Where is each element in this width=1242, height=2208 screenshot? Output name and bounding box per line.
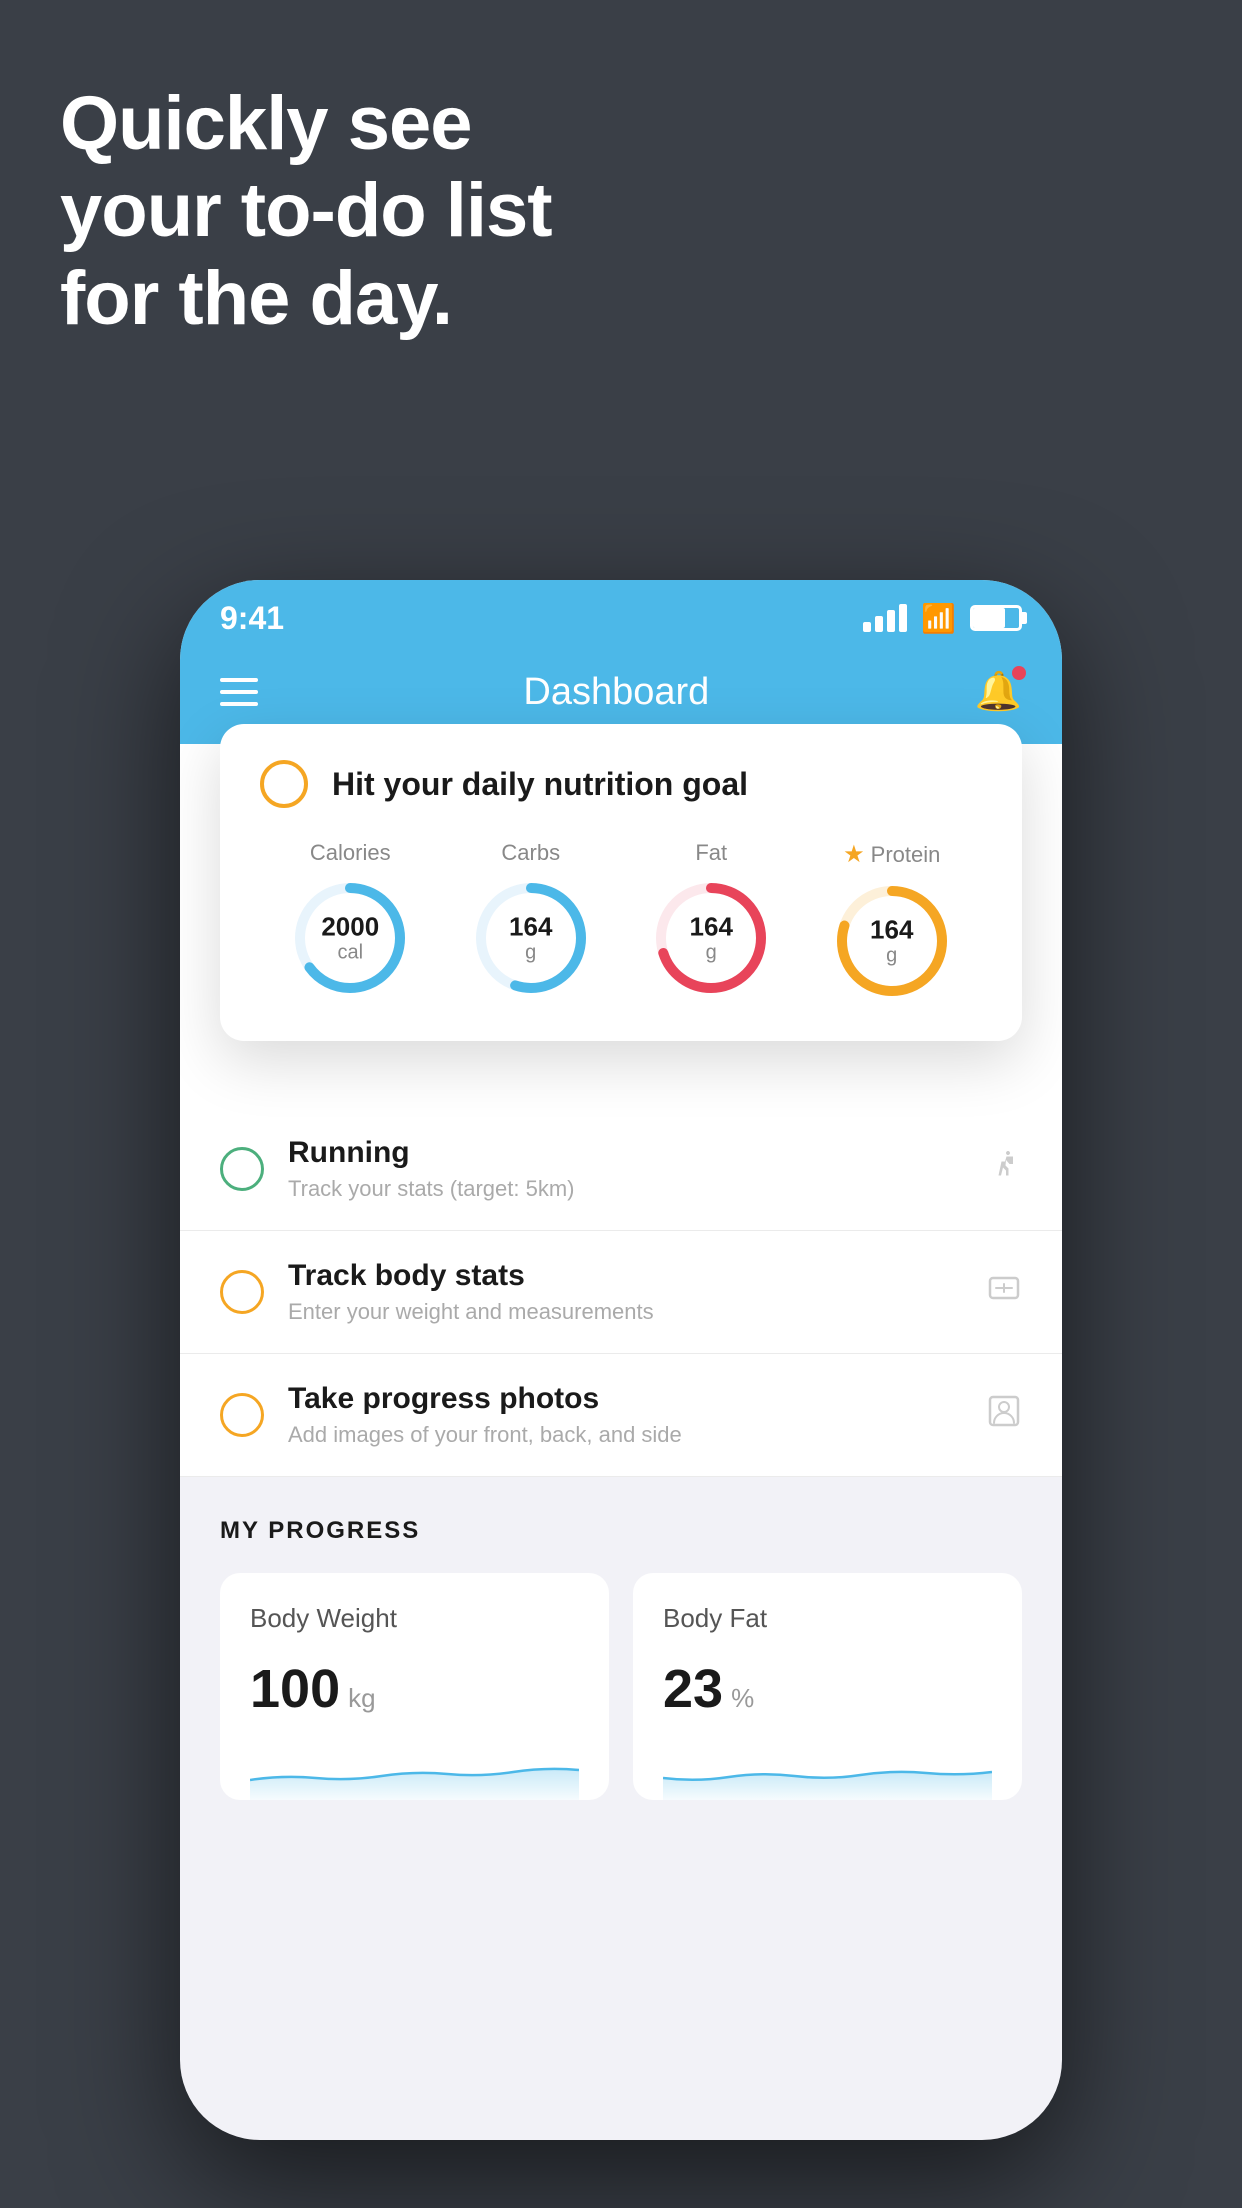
notification-bell[interactable]: 🔔 <box>975 670 1022 714</box>
protein-value: 164 <box>870 916 913 945</box>
body-weight-title: Body Weight <box>250 1603 579 1634</box>
nutrition-card-title: Hit your daily nutrition goal <box>332 766 748 803</box>
fat-label: Fat <box>695 840 727 866</box>
progress-section: MY PROGRESS Body Weight 100 kg <box>180 1477 1062 1850</box>
signal-icon <box>863 604 907 632</box>
fat-unit: g <box>690 941 733 963</box>
todo-title-bodystats: Track body stats <box>288 1259 962 1293</box>
headline: Quickly see your to-do list for the day. <box>60 80 552 342</box>
todo-checkbox-photos[interactable] <box>220 1393 264 1437</box>
carbs-value: 164 <box>509 913 552 942</box>
notification-dot <box>1012 666 1026 680</box>
nutrition-fat: Fat 164 g <box>651 840 771 998</box>
protein-label: ★ Protein <box>843 840 940 869</box>
todo-checkbox-running[interactable] <box>220 1147 264 1191</box>
hamburger-menu[interactable] <box>220 678 258 706</box>
calories-value: 2000 <box>321 913 379 942</box>
todo-subtitle-photos: Add images of your front, back, and side <box>288 1422 962 1448</box>
body-fat-unit: % <box>731 1683 754 1714</box>
protein-unit: g <box>870 944 913 966</box>
task-checkbox[interactable] <box>260 760 308 808</box>
protein-ring: 164 g <box>832 881 952 1001</box>
todo-title-photos: Take progress photos <box>288 1382 962 1416</box>
nutrition-card: Hit your daily nutrition goal Calories 2… <box>220 724 1022 1041</box>
nutrition-calories: Calories 2000 cal <box>290 840 410 998</box>
nutrition-protein: ★ Protein 164 g <box>832 840 952 1001</box>
content-area: THINGS TO DO TODAY Hit your daily nutrit… <box>180 744 1062 1850</box>
phone-shell: 9:41 📶 Dashboard 🔔 THINGS TO DO TODAY <box>180 580 1062 2140</box>
carbs-label: Carbs <box>501 840 560 866</box>
todo-item-photos[interactable]: Take progress photos Add images of your … <box>180 1354 1062 1477</box>
battery-icon <box>970 605 1022 631</box>
running-icon <box>986 1147 1022 1192</box>
body-fat-title: Body Fat <box>663 1603 992 1634</box>
todo-text-running: Running Track your stats (target: 5km) <box>288 1136 962 1202</box>
wifi-icon: 📶 <box>921 602 956 635</box>
todo-text-bodystats: Track body stats Enter your weight and m… <box>288 1259 962 1325</box>
status-icons: 📶 <box>863 602 1022 635</box>
body-weight-card: Body Weight 100 kg <box>220 1573 609 1800</box>
todo-item-bodystats[interactable]: Track body stats Enter your weight and m… <box>180 1231 1062 1354</box>
body-fat-value: 23 <box>663 1658 723 1720</box>
star-icon: ★ <box>843 840 865 869</box>
page-title: Dashboard <box>523 671 709 714</box>
calories-label: Calories <box>310 840 391 866</box>
body-weight-unit: kg <box>348 1683 375 1714</box>
calories-ring: 2000 cal <box>290 878 410 998</box>
person-icon <box>986 1393 1022 1438</box>
nutrition-carbs: Carbs 164 g <box>471 840 591 998</box>
nutrition-row: Calories 2000 cal Carbs <box>260 840 982 1001</box>
body-fat-card: Body Fat 23 % <box>633 1573 1022 1800</box>
status-time: 9:41 <box>220 600 284 637</box>
progress-section-label: MY PROGRESS <box>220 1517 1022 1545</box>
status-bar: 9:41 📶 <box>180 580 1062 650</box>
todo-checkbox-bodystats[interactable] <box>220 1270 264 1314</box>
todo-text-photos: Take progress photos Add images of your … <box>288 1382 962 1448</box>
fat-value: 164 <box>690 913 733 942</box>
body-weight-chart <box>250 1740 579 1800</box>
todo-list: Running Track your stats (target: 5km) T… <box>180 1108 1062 1477</box>
scale-icon <box>986 1270 1022 1315</box>
todo-title-running: Running <box>288 1136 962 1170</box>
progress-cards: Body Weight 100 kg <box>220 1573 1022 1800</box>
body-weight-value: 100 <box>250 1658 340 1720</box>
body-fat-chart <box>663 1740 992 1800</box>
todo-subtitle-bodystats: Enter your weight and measurements <box>288 1299 962 1325</box>
carbs-unit: g <box>509 941 552 963</box>
calories-unit: cal <box>321 941 379 963</box>
fat-ring: 164 g <box>651 878 771 998</box>
carbs-ring: 164 g <box>471 878 591 998</box>
todo-item-running[interactable]: Running Track your stats (target: 5km) <box>180 1108 1062 1231</box>
todo-subtitle-running: Track your stats (target: 5km) <box>288 1176 962 1202</box>
